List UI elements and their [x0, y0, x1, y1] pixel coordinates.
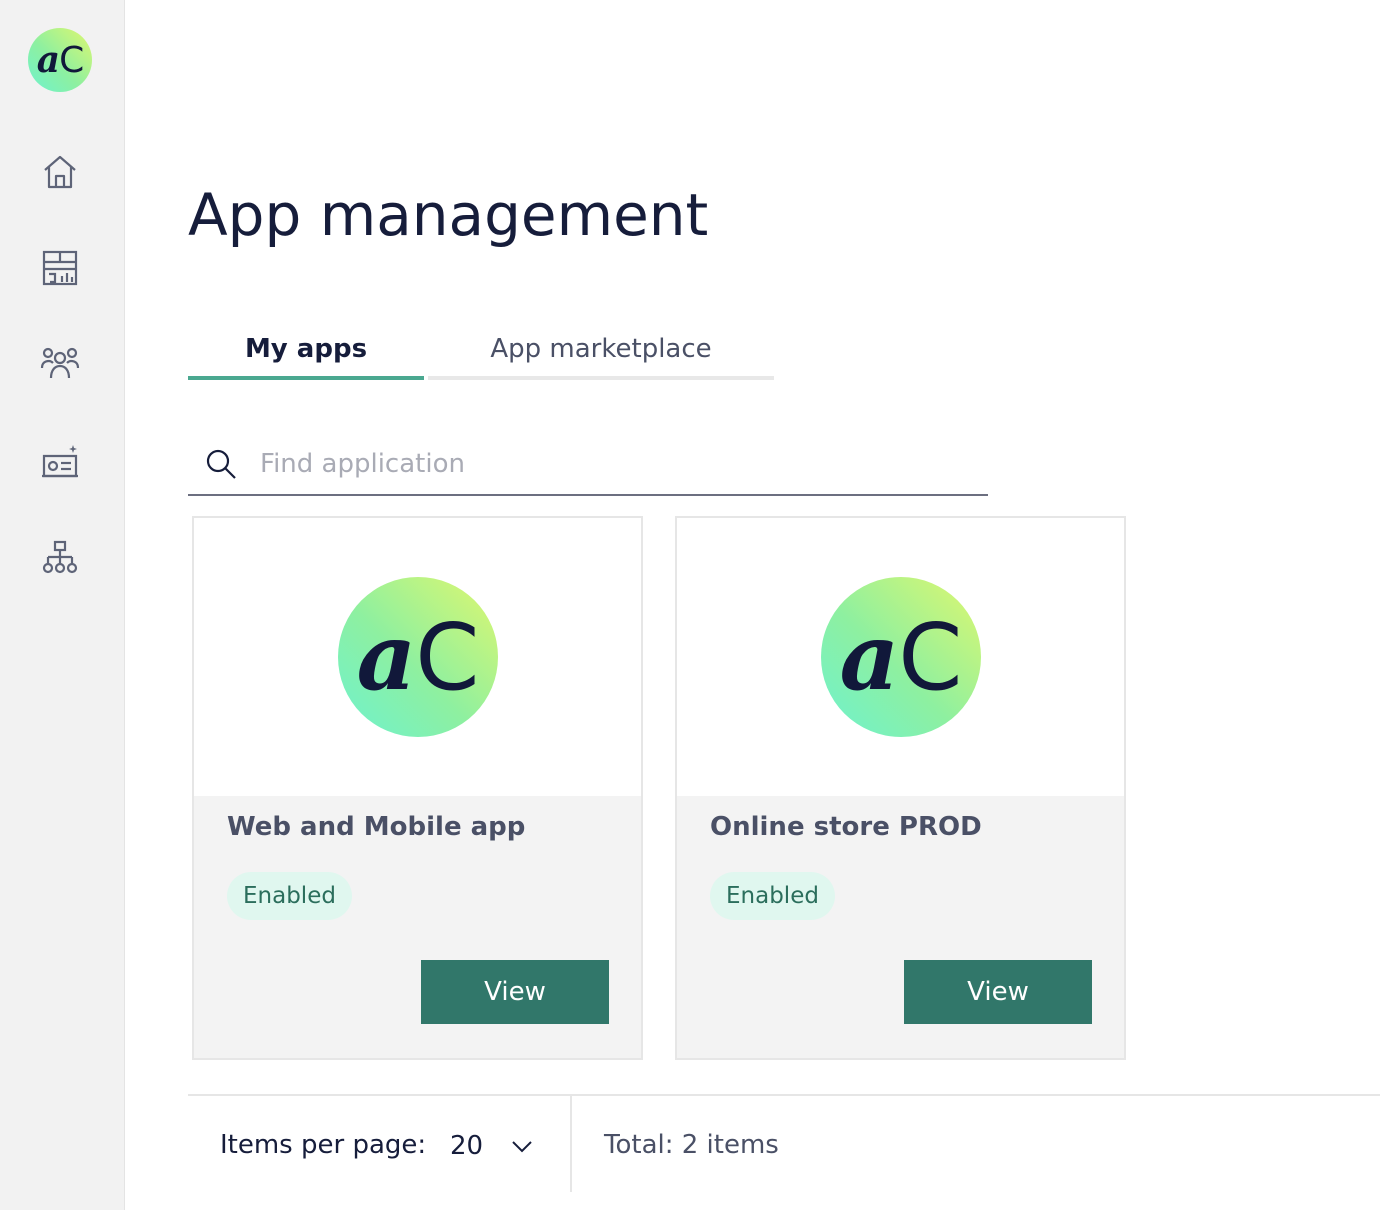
sidebar-item-campaigns[interactable] [36, 438, 84, 486]
app-logo: aC [337, 577, 498, 737]
hierarchy-icon [42, 540, 78, 574]
app-name: Online store PROD [710, 812, 982, 842]
app-logo: aC [820, 577, 981, 737]
app-card: aC Web and Mobile app Enabled View [192, 516, 643, 1060]
campaign-icon [42, 445, 78, 478]
sidebar-item-home[interactable] [36, 148, 84, 196]
sidebar-item-hierarchy[interactable] [36, 534, 84, 582]
search-input[interactable] [260, 449, 960, 479]
search-bar [188, 434, 988, 496]
dashboard-icon [42, 250, 78, 286]
status-badge: Enabled [710, 872, 835, 920]
chevron-down-icon [512, 1141, 532, 1153]
status-badge: Enabled [227, 872, 352, 920]
items-per-page-select[interactable]: 20 [450, 1122, 546, 1170]
search-icon [206, 449, 236, 479]
tab-my-apps[interactable]: My apps [188, 322, 424, 380]
view-button[interactable]: View [904, 960, 1092, 1024]
users-icon [40, 347, 80, 379]
tab-app-marketplace[interactable]: App marketplace [428, 322, 774, 380]
page-title: App management [188, 181, 709, 249]
sidebar-item-contacts[interactable] [36, 340, 84, 388]
items-per-page-label: Items per page: [220, 1130, 427, 1160]
app-card: aC Online store PROD Enabled View [675, 516, 1126, 1060]
pagination-bar: Items per page: 20 Total: 2 items [188, 1094, 1380, 1194]
app-name: Web and Mobile app [227, 812, 526, 842]
sidebar-item-dashboard[interactable] [36, 244, 84, 292]
total-items: Total: 2 items [604, 1130, 779, 1160]
brand-logo[interactable]: aC [28, 28, 92, 92]
items-per-page-value: 20 [450, 1131, 484, 1161]
divider [570, 1096, 572, 1192]
tab-bar: My apps App marketplace [188, 322, 774, 380]
sidebar: aC [0, 0, 125, 1210]
app-card-header: aC [194, 518, 641, 796]
view-button[interactable]: View [421, 960, 609, 1024]
home-icon [44, 155, 76, 189]
app-card-header: aC [677, 518, 1124, 796]
